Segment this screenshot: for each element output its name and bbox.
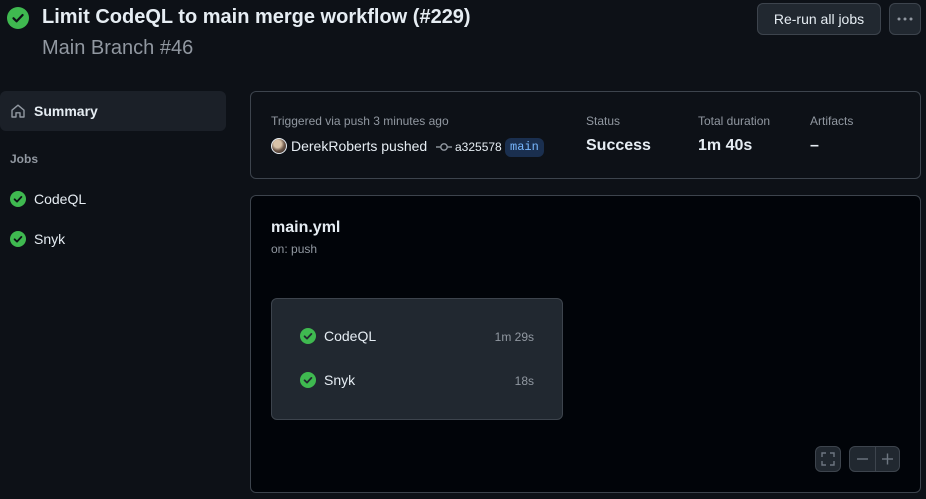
sidebar-item-snyk[interactable]: Snyk (0, 221, 226, 257)
avatar[interactable] (271, 138, 287, 154)
graph-job-name: Snyk (324, 372, 356, 388)
jobs-heading: Jobs (10, 152, 39, 166)
status-label: Status (586, 114, 621, 128)
sidebar-item-label-summary: Summary (34, 103, 98, 119)
zoom-out-button[interactable] (850, 447, 875, 471)
duration-label: Total duration (698, 114, 771, 128)
graph-job-snyk[interactable]: Snyk 18s (300, 371, 534, 391)
run-status-check-icon (7, 7, 29, 29)
commit-sha-link[interactable]: a325578 (455, 140, 502, 154)
more-options-button[interactable] (889, 3, 921, 35)
triggered-text: Triggered via push 3 minutes ago (271, 114, 449, 128)
graph-job-duration: 1m 29s (494, 330, 534, 344)
check-circle-icon (10, 191, 26, 207)
sidebar-job-label: Snyk (34, 231, 66, 247)
plus-icon (882, 453, 893, 465)
artifacts-value: – (810, 137, 819, 154)
sidebar-job-label: CodeQL (34, 191, 87, 207)
check-circle-icon (300, 372, 316, 388)
git-commit-icon (436, 143, 452, 151)
page-title: Limit CodeQL to main merge workflow (#22… (42, 6, 471, 28)
graph-job-duration: 18s (514, 374, 534, 388)
run-summary-card (250, 91, 921, 179)
workflow-trigger: on: push (271, 242, 318, 256)
kebab-horizontal-icon (897, 17, 913, 21)
graph-job-name: CodeQL (324, 328, 377, 344)
artifacts-label: Artifacts (810, 114, 854, 128)
zoom-controls (849, 446, 900, 472)
zoom-in-button[interactable] (876, 447, 899, 471)
job-group-box (271, 298, 563, 420)
duration-value: 1m 40s (698, 137, 753, 154)
pusher-name[interactable]: DerekRoberts pushed (291, 138, 427, 154)
check-circle-icon (300, 328, 316, 344)
screen-full-icon (821, 452, 835, 466)
branch-badge[interactable]: main (505, 138, 544, 157)
fullscreen-button[interactable] (815, 446, 841, 472)
sidebar-item-codeql[interactable]: CodeQL (0, 181, 226, 217)
run-subtitle: Main Branch #46 (42, 37, 194, 59)
check-circle-icon (10, 231, 26, 247)
minus-icon (857, 458, 868, 460)
status-value: Success (586, 137, 651, 154)
workflow-file-name[interactable]: main.yml (271, 219, 340, 237)
rerun-all-jobs-button[interactable]: Re-run all jobs (757, 3, 881, 35)
graph-job-codeql[interactable]: CodeQL 1m 29s (300, 327, 534, 347)
home-icon (11, 104, 25, 118)
